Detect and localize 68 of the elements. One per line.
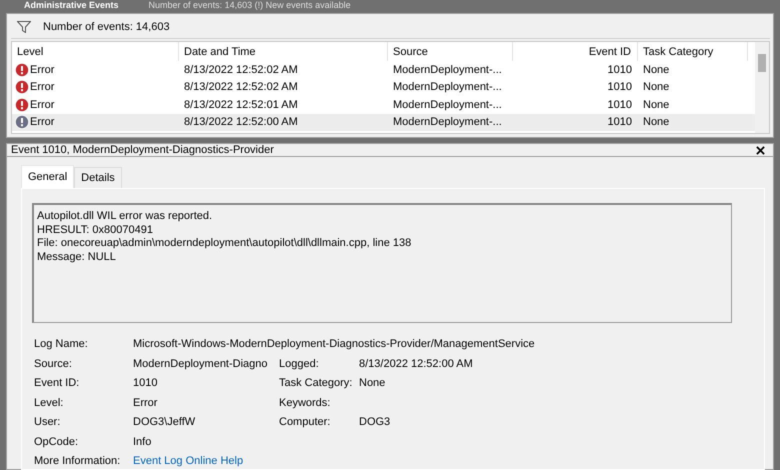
table-row[interactable]: Error 8/13/2022 12:52:00 AM ModernDeployment-... 1010 None	[12, 114, 755, 131]
close-icon[interactable]	[756, 146, 765, 154]
column-header[interactable]: Date and Time	[179, 42, 388, 61]
property-value: DOG3\JeffW	[133, 416, 196, 430]
table-cell-text: ModernDeployment-...	[392, 98, 503, 111]
tab[interactable]: Details	[74, 167, 122, 188]
column-header[interactable]: Event ID	[513, 42, 638, 61]
table-cell-text: 8/13/2022 12:52:02 AM	[183, 81, 299, 94]
table-cell-text: 1010	[606, 81, 633, 94]
property-value: Microsoft-Windows-ModernDeployment-Diagnostics-Provider/ManagementService	[133, 338, 536, 352]
table-cell-text: 1010	[606, 116, 633, 128]
property-value: None	[359, 377, 386, 390]
property-label: Keywords:	[279, 396, 332, 410]
property-value: Info	[133, 436, 152, 449]
error-icon	[15, 115, 29, 130]
table-cell: Error	[30, 64, 54, 76]
property-label: Level:	[34, 396, 64, 410]
property-label: More Information:	[34, 455, 122, 468]
table-cell-text: None	[642, 98, 670, 111]
property-label: Source:	[34, 358, 73, 371]
header-summary: Number of events: 14,603 (!) New events available	[148, 0, 351, 11]
table-cell: Error	[30, 98, 54, 111]
property-value: 1010	[133, 377, 158, 390]
table-cell-text: 8/13/2022 12:52:02 AM	[183, 64, 299, 76]
property-value: 8/13/2022 12:52:00 AM	[359, 358, 474, 371]
property-label: Logged:	[279, 358, 320, 371]
property-label: Task Category:	[279, 377, 354, 390]
property-value: ModernDeployment-Diagno	[133, 358, 269, 371]
table-cell-text: ModernDeployment-...	[392, 116, 503, 128]
table-cell-text: None	[642, 64, 670, 76]
message-line: Autopilot.dll WIL error was reported.	[37, 210, 214, 224]
error-icon	[15, 62, 29, 77]
scrollbar-thumb[interactable]	[758, 54, 766, 72]
error-icon	[15, 80, 29, 94]
scrollbar[interactable]	[755, 42, 769, 133]
table-row[interactable]: Error 8/13/2022 12:52:01 AM ModernDeployment-... 1010 None	[12, 96, 755, 114]
table-cell-text: 8/13/2022 12:52:01 AM	[183, 98, 299, 111]
table-cell: Error	[30, 116, 54, 128]
message-line: Message: NULL	[37, 250, 117, 264]
table-row[interactable]: Error 8/13/2022 12:52:02 AM ModernDeployment-... 1010 None	[12, 78, 755, 96]
table-cell-text: 1010	[606, 64, 633, 76]
message-line: HRESULT: 0x80070491	[37, 224, 154, 237]
event-title: Event 1010, ModernDeployment-Diagnostics-Provider	[11, 144, 274, 156]
filter-icon[interactable]	[17, 21, 31, 33]
table-row[interactable]: Error 8/13/2022 12:52:02 AM ModernDeployment-... 1010 None	[12, 61, 755, 78]
table-cell-text: ModernDeployment-...	[392, 81, 503, 94]
property-value: Error	[133, 396, 158, 410]
table-cell-text: 1010	[606, 98, 633, 111]
error-icon	[15, 98, 29, 112]
property-value: DOG3	[359, 416, 392, 430]
table-cell-text: ModernDeployment-...	[392, 64, 503, 76]
header-title: Administrative Events	[24, 0, 119, 11]
table-cell-text: 8/13/2022 12:52:00 AM	[183, 116, 299, 128]
property-label: OpCode:	[34, 436, 80, 449]
column-header[interactable]: Source	[388, 42, 513, 61]
column-header[interactable]: Level	[12, 42, 179, 61]
property-label: Log Name:	[34, 338, 89, 352]
message-line: File: onecoreuap\admin\moderndeployment\autopilot\dll\dllmain.cpp, line 138	[37, 237, 412, 250]
help-link[interactable]: Event Log Online Help	[133, 455, 244, 468]
event-count: Number of events: 14,603	[43, 21, 170, 33]
property-label: Event ID:	[34, 377, 80, 390]
property-label: Computer:	[279, 416, 332, 430]
tab[interactable]: General	[21, 165, 74, 188]
table-cell: Error	[30, 81, 54, 94]
column-header[interactable]: Task Category	[638, 42, 748, 61]
table-cell-text: None	[642, 81, 670, 94]
table-cell-text: None	[642, 116, 670, 128]
property-label: User:	[34, 416, 62, 430]
